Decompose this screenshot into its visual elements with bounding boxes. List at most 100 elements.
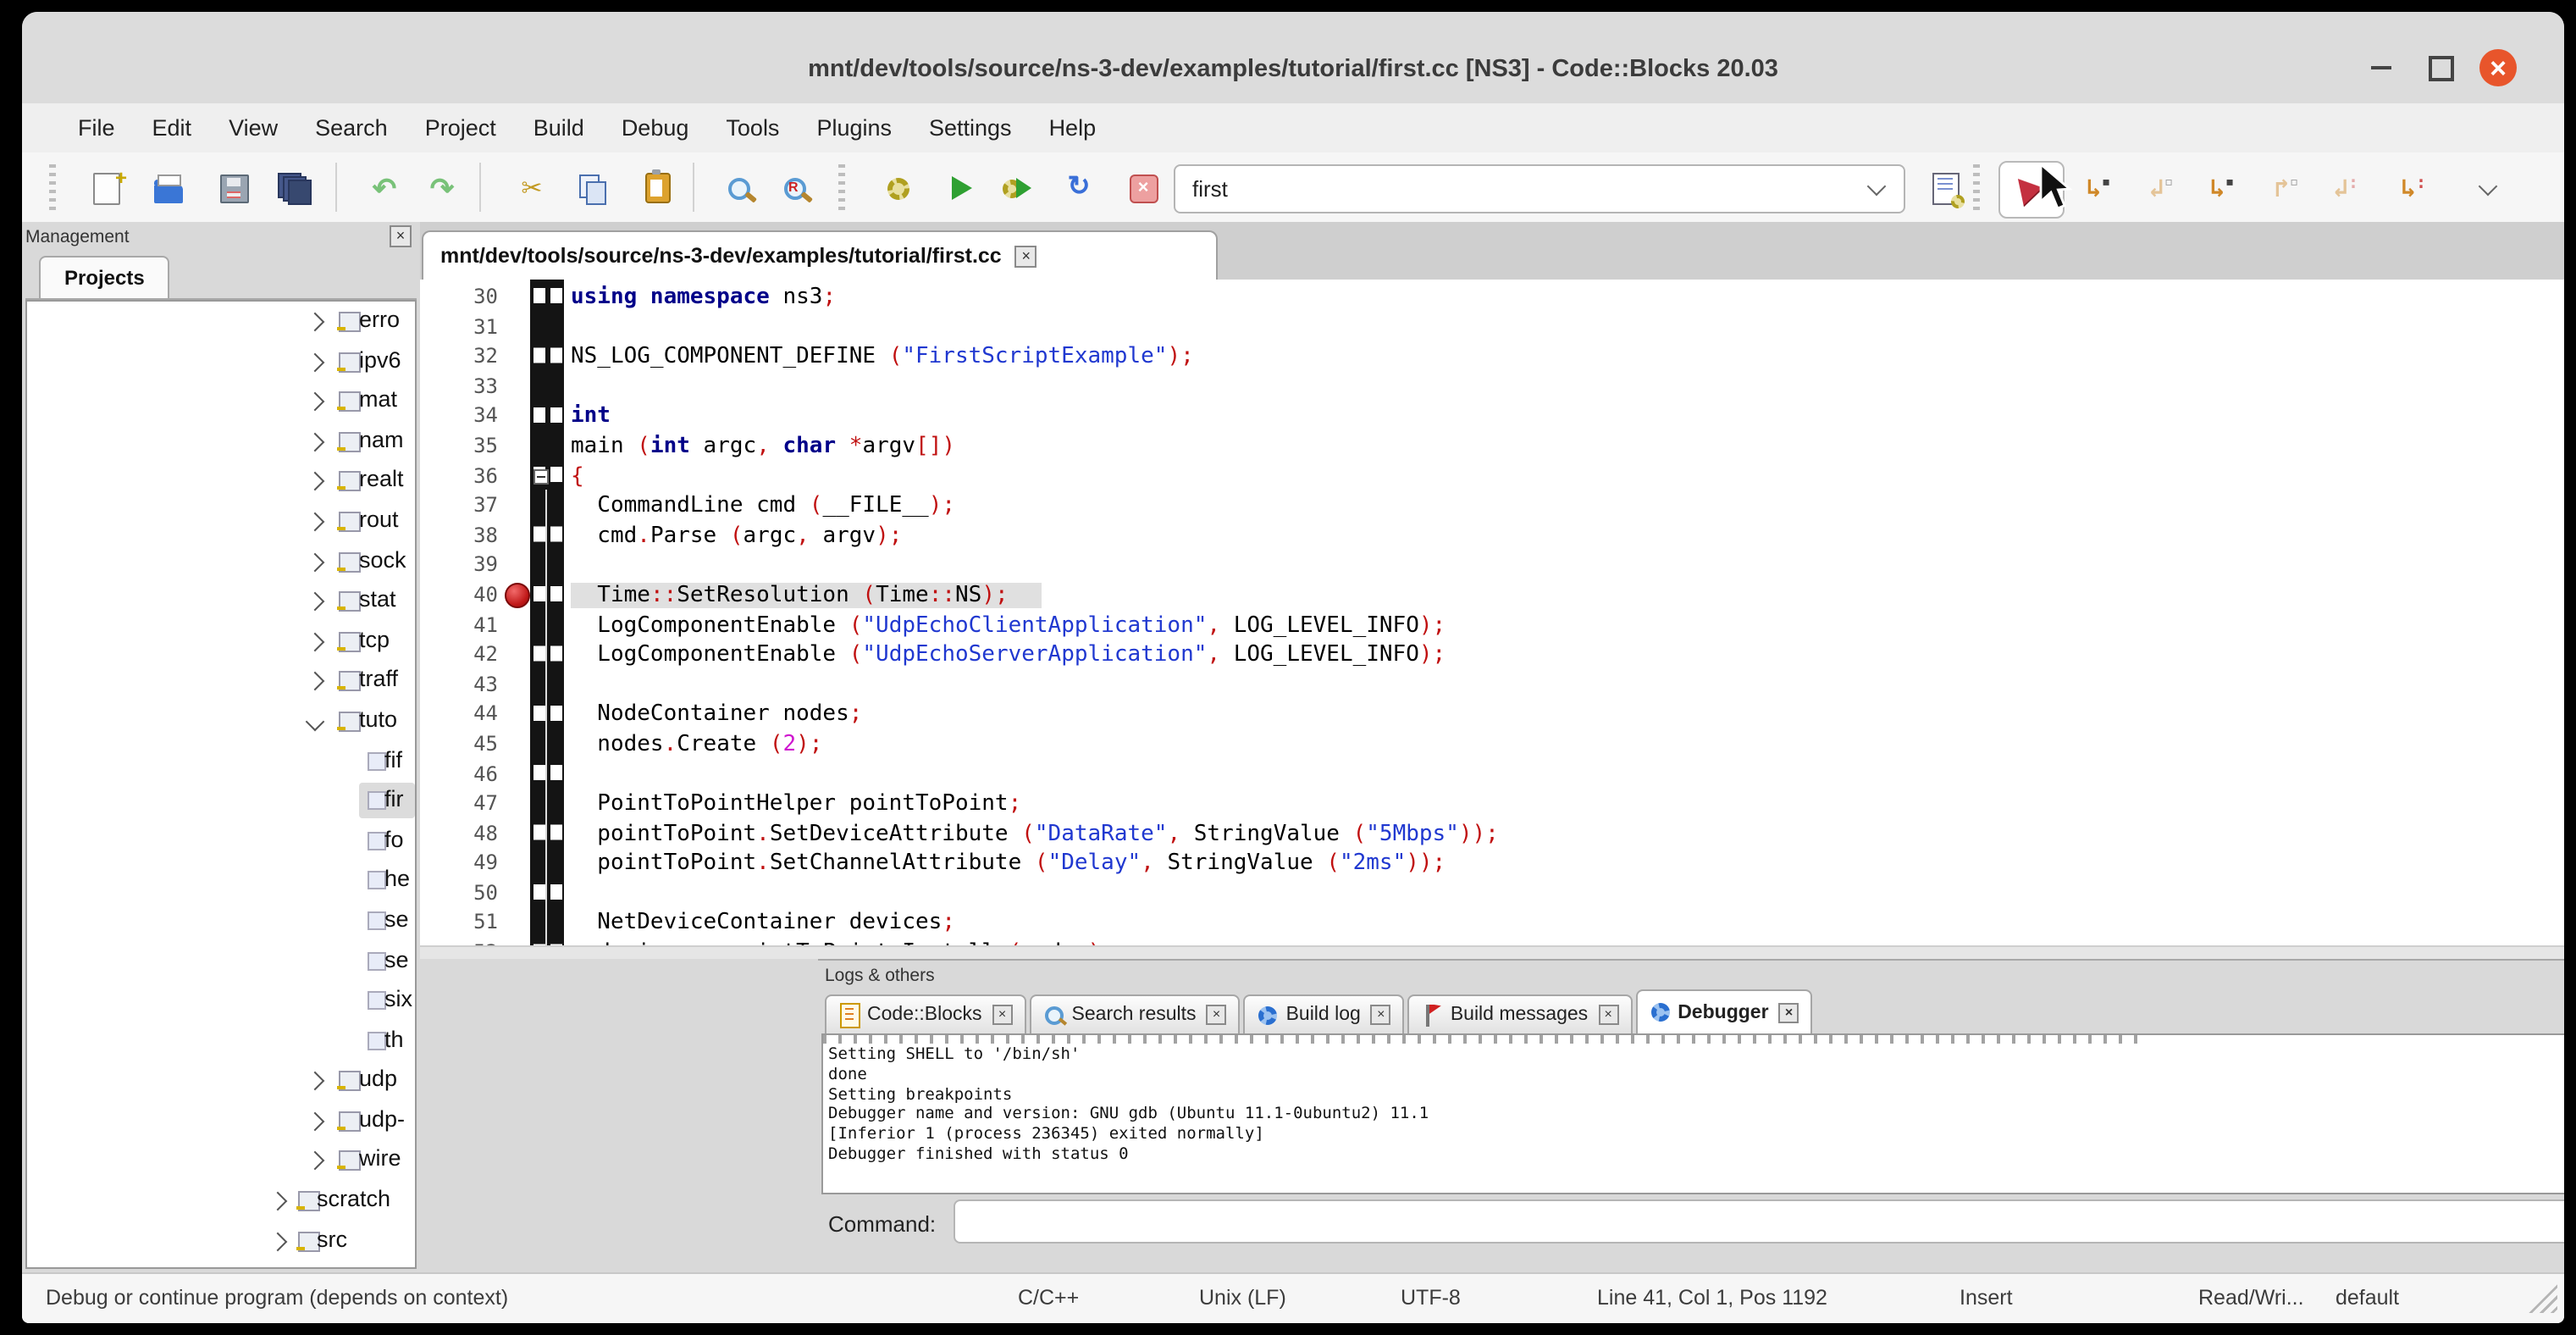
- redo-button[interactable]: ↷: [420, 166, 464, 210]
- code-line-40[interactable]: 40 Time::SetResolution (Time::NS);: [420, 581, 2564, 611]
- code-line-41[interactable]: 41 LogComponentEnable ("UdpEchoClientApp…: [420, 611, 2564, 640]
- tree-item-scratch[interactable]: scratch: [27, 1181, 415, 1221]
- chevron-right-icon[interactable]: [268, 1232, 288, 1251]
- editor-tab-first-cc[interactable]: mnt/dev/tools/source/ns-3-dev/examples/t…: [422, 230, 1218, 280]
- code-line-35[interactable]: 35main (int argc, char *argv[]): [420, 432, 2564, 462]
- chevron-down-icon[interactable]: [1867, 177, 1887, 197]
- toolbar-grip[interactable]: [49, 164, 56, 210]
- tree-item-se[interactable]: se: [27, 901, 415, 941]
- code-editor[interactable]: 30using namespace ns3;3132NS_LOG_COMPONE…: [420, 280, 2564, 959]
- chevron-right-icon[interactable]: [306, 1111, 325, 1131]
- tree-item-fir[interactable]: fir: [27, 781, 415, 821]
- close-icon[interactable]: [2479, 49, 2517, 86]
- log-tab-build-messages[interactable]: Build messages×: [1408, 994, 1632, 1033]
- build-target-combo[interactable]: first: [1174, 164, 1905, 213]
- log-tab-search-results[interactable]: Search results×: [1030, 994, 1241, 1033]
- toolbar-grip[interactable]: [1973, 164, 1980, 210]
- tree-item-mat[interactable]: mat: [27, 381, 415, 421]
- chevron-right-icon[interactable]: [306, 672, 325, 691]
- rebuild-button[interactable]: ↻: [1057, 166, 1101, 210]
- open-file-button[interactable]: [146, 166, 190, 210]
- command-input[interactable]: [954, 1199, 2564, 1244]
- tab-projects[interactable]: Projects: [39, 256, 170, 298]
- replace-button[interactable]: R: [772, 166, 816, 210]
- tree-item-nam[interactable]: nam: [27, 422, 415, 462]
- fold-minus-icon[interactable]: [533, 468, 548, 484]
- compile-current-file-button[interactable]: [1924, 166, 1968, 210]
- close-editor-tab-icon[interactable]: ×: [1015, 245, 1037, 267]
- close-management-icon[interactable]: ×: [390, 225, 412, 247]
- save-button[interactable]: [212, 166, 256, 210]
- log-tab-build-log[interactable]: Build log×: [1244, 994, 1405, 1033]
- resize-grip[interactable]: [2527, 1282, 2557, 1313]
- debugger-output[interactable]: Setting SHELL to '/bin/sh'doneSetting br…: [821, 1033, 2564, 1194]
- find-button[interactable]: [716, 166, 760, 210]
- tree-item-traff[interactable]: traff: [27, 662, 415, 701]
- chevron-right-icon[interactable]: [306, 352, 325, 372]
- code-line-30[interactable]: 30using namespace ns3;: [420, 283, 2564, 313]
- tree-item-tuto[interactable]: tuto: [27, 701, 415, 741]
- tree-item-src[interactable]: src: [27, 1221, 415, 1260]
- menu-view[interactable]: View: [210, 115, 296, 141]
- close-log-tab-icon[interactable]: ×: [1207, 1005, 1227, 1025]
- tree-item-erro[interactable]: erro: [27, 302, 415, 341]
- tree-item-realt[interactable]: realt: [27, 462, 415, 501]
- menu-tools[interactable]: Tools: [707, 115, 798, 141]
- tree-item-stat[interactable]: stat: [27, 581, 415, 621]
- log-tab-debugger[interactable]: Debugger×: [1635, 989, 1812, 1033]
- step-into-instruction-button[interactable]: ↳:: [2391, 166, 2435, 210]
- title-bar[interactable]: mnt/dev/tools/source/ns-3-dev/examples/t…: [22, 12, 2564, 103]
- copy-button[interactable]: [571, 166, 615, 210]
- code-line-32[interactable]: 32NS_LOG_COMPONENT_DEFINE ("FirstScriptE…: [420, 342, 2564, 372]
- menu-help[interactable]: Help: [1031, 115, 1115, 141]
- step-out-button[interactable]: ↱▫: [2264, 166, 2308, 210]
- code-line-36[interactable]: 36{: [420, 462, 2564, 491]
- cut-button[interactable]: ✂: [510, 166, 554, 210]
- tree-item-sock[interactable]: sock: [27, 541, 415, 581]
- menu-settings[interactable]: Settings: [910, 115, 1031, 141]
- step-into-button[interactable]: ↳▪: [2200, 166, 2244, 210]
- chevron-right-icon[interactable]: [306, 392, 325, 412]
- menu-edit[interactable]: Edit: [134, 115, 211, 141]
- code-line-47[interactable]: 47 PointToPointHelper pointToPoint;: [420, 789, 2564, 819]
- close-log-tab-icon[interactable]: ×: [1371, 1005, 1391, 1025]
- code-line-46[interactable]: 46: [420, 760, 2564, 789]
- minimize-icon[interactable]: [2364, 51, 2398, 85]
- menu-debug[interactable]: Debug: [603, 115, 708, 141]
- code-line-48[interactable]: 48 pointToPoint.SetDeviceAttribute ("Dat…: [420, 819, 2564, 849]
- chevron-right-icon[interactable]: [306, 472, 325, 491]
- code-line-33[interactable]: 33: [420, 373, 2564, 402]
- tree-item-tcp[interactable]: tcp: [27, 622, 415, 662]
- tree-item-fif[interactable]: fif: [27, 741, 415, 781]
- code-line-37[interactable]: 37 CommandLine cmd (__FILE__);: [420, 491, 2564, 521]
- new-file-button[interactable]: +: [85, 166, 129, 210]
- chevron-down-icon[interactable]: [306, 712, 325, 732]
- tree-item-fo[interactable]: fo: [27, 821, 415, 861]
- code-line-45[interactable]: 45 nodes.Create (2);: [420, 730, 2564, 760]
- chevron-right-icon[interactable]: [306, 552, 325, 572]
- log-tab-code-blocks[interactable]: Code::Blocks×: [825, 994, 1026, 1033]
- maximize-icon[interactable]: [2424, 51, 2457, 85]
- tree-item-rout[interactable]: rout: [27, 501, 415, 541]
- chevron-right-icon[interactable]: [306, 1072, 325, 1091]
- chevron-right-icon[interactable]: [268, 1192, 288, 1211]
- code-line-43[interactable]: 43: [420, 670, 2564, 700]
- chevron-right-icon[interactable]: [306, 313, 325, 332]
- code-line-51[interactable]: 51 NetDeviceContainer devices;: [420, 909, 2564, 939]
- toolbar-grip[interactable]: [838, 164, 845, 210]
- build-and-run-button[interactable]: [994, 166, 1038, 210]
- tree-item-se[interactable]: se: [27, 941, 415, 981]
- chevron-right-icon[interactable]: [306, 1152, 325, 1172]
- chevron-right-icon[interactable]: [306, 632, 325, 651]
- close-log-tab-icon[interactable]: ×: [1598, 1005, 1618, 1025]
- tree-item-wire[interactable]: wire: [27, 1141, 415, 1181]
- code-line-38[interactable]: 38 cmd.Parse (argc, argv);: [420, 522, 2564, 551]
- code-line-39[interactable]: 39: [420, 551, 2564, 581]
- run-button[interactable]: [940, 166, 984, 210]
- next-instruction-button[interactable]: ↲:: [2324, 166, 2368, 210]
- menu-build[interactable]: Build: [515, 115, 603, 141]
- tree-item-udp[interactable]: udp: [27, 1061, 415, 1101]
- next-line-button[interactable]: ↲▫: [2139, 166, 2183, 210]
- menu-plugins[interactable]: Plugins: [798, 115, 910, 141]
- close-log-tab-icon[interactable]: ×: [1779, 1002, 1799, 1022]
